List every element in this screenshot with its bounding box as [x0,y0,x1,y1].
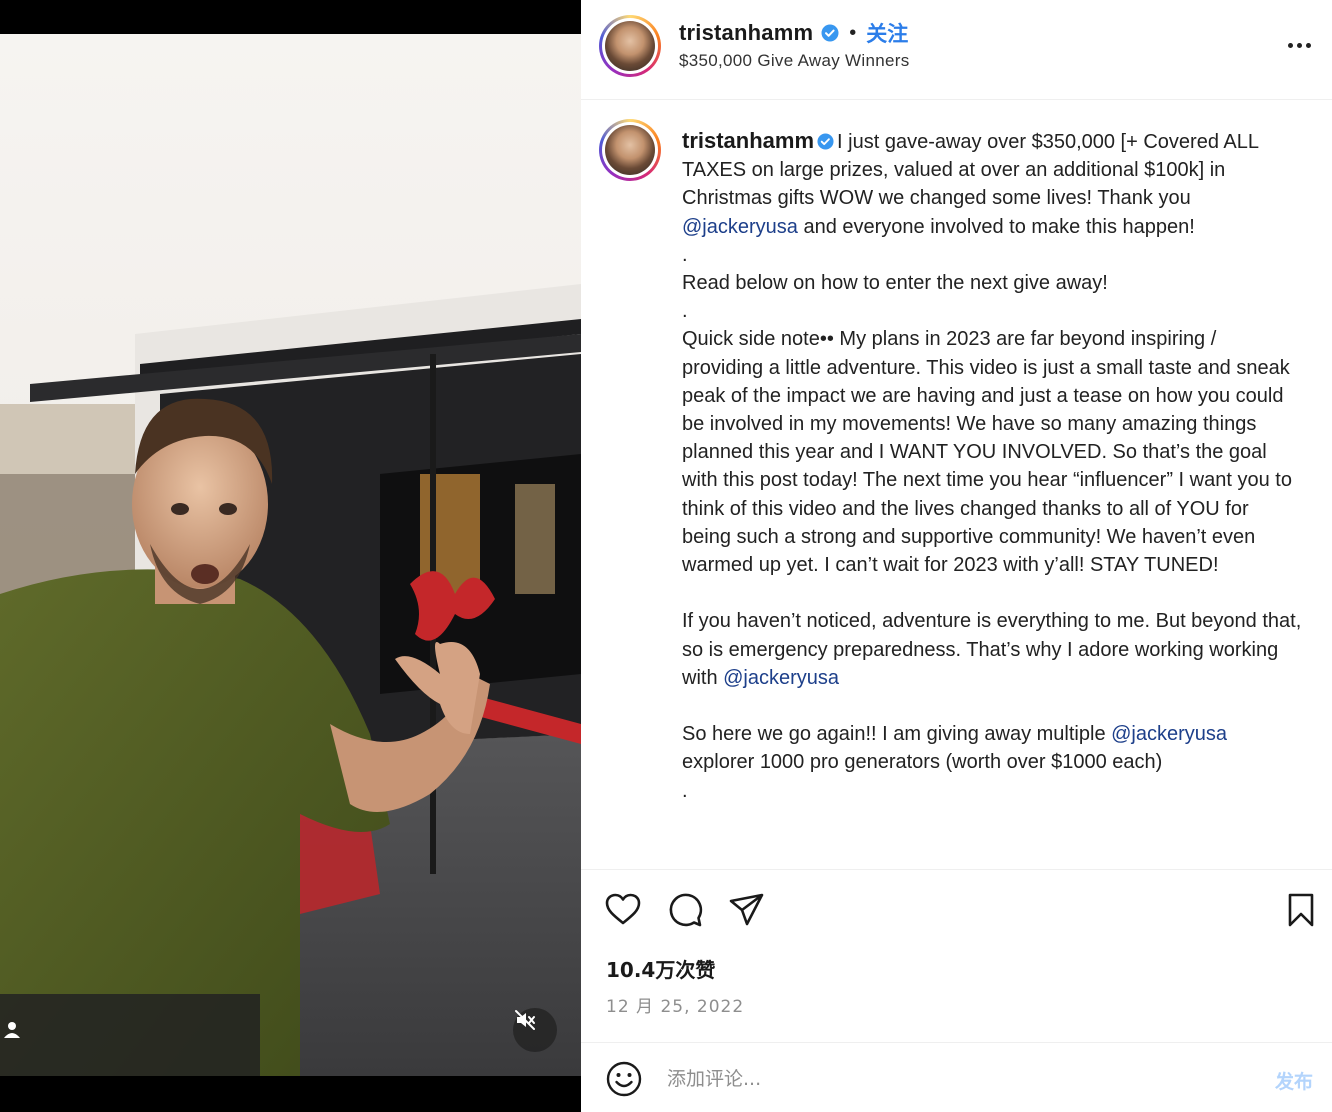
caption-dot: . [682,243,688,266]
caption-paragraph: If you haven’t noticed, adventure is eve… [682,607,1302,692]
bookmark-icon[interactable] [1281,890,1321,930]
caption-text: So here we go again!! I am giving away m… [682,723,1112,746]
mention-link[interactable]: @jackeryusa [723,667,839,689]
separator-dot: • [849,21,857,44]
mention-link[interactable]: @jackeryusa [682,216,798,238]
caption-paragraph: Quick side note•• My plans in 2023 are f… [682,328,1292,577]
caption-author-avatar[interactable] [599,119,661,181]
send-icon[interactable] [727,890,767,930]
user-tag-icon[interactable] [0,1018,24,1042]
verified-badge-icon [817,133,834,150]
muted-speaker-icon [515,1010,535,1030]
mention-link[interactable]: @jackeryusa [1111,723,1227,745]
caption-dot: . [682,300,688,323]
post-details-panel: tristanhamm • 关注 $350,000 Give Away Winn… [581,0,1332,1112]
follow-button[interactable]: 关注 [866,18,908,48]
comment-icon[interactable] [665,890,705,930]
author-avatar[interactable] [599,15,661,77]
media-letterbox-bottom [0,1076,581,1112]
post-comment-button[interactable]: 发布 [1275,1067,1313,1094]
like-count[interactable]: 10.4万次赞 [606,954,715,983]
mute-button[interactable] [513,1008,557,1052]
more-options-dot [1305,42,1311,48]
post-date: 12 月 25, 2022 [606,997,745,1017]
more-options-button[interactable] [1281,30,1317,60]
post-caption: tristanhamm I just gave-away over $350,00… [682,127,1302,805]
caption-blank-line [682,579,1302,607]
caption-blank-line [682,692,1302,720]
video-frame-illustration [0,34,581,1076]
video-player[interactable] [0,34,581,1076]
caption-dot: . [682,779,688,802]
caption-username-link[interactable]: tristanhamm [682,128,814,153]
more-options-dot [1296,42,1302,48]
post-actions: 10.4万次赞 12 月 25, 2022 发布 [581,869,1332,1112]
comment-composer: 发布 [581,1042,1332,1112]
caption-scroll-area[interactable]: tristanhamm I just gave-away over $350,00… [581,101,1332,869]
heart-icon[interactable] [603,890,643,930]
caption-text: explorer 1000 pro generators (worth over… [682,751,1163,774]
caption-text: and everyone involved to make this happe… [797,215,1195,238]
caption-paragraph: So here we go again!! I am giving away m… [682,720,1302,776]
comment-input[interactable] [667,1061,1227,1097]
verified-badge-icon [821,24,839,42]
post-subtitle: $350,000 Give Away Winners [679,51,910,70]
author-username-link[interactable]: tristanhamm [679,20,813,46]
media-letterbox-top [0,0,581,34]
caption-paragraph: Read below on how to enter the next give… [682,272,1108,295]
header-user-row: tristanhamm • 关注 [679,18,908,48]
post-header: tristanhamm • 关注 $350,000 Give Away Winn… [581,0,1332,100]
post-media[interactable] [0,0,581,1112]
more-options-icon [1287,42,1293,48]
emoji-icon[interactable] [605,1060,643,1098]
caption-paragraph: tristanhamm I just gave-away over $350,00… [682,127,1302,241]
